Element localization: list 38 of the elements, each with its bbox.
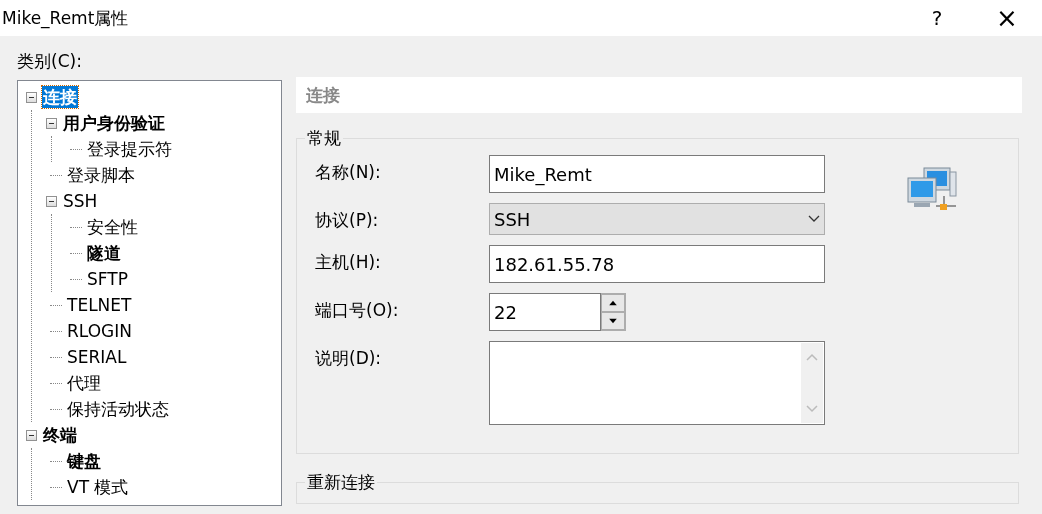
tree-item[interactable]: 用户身份验证 bbox=[62, 112, 166, 134]
collapse-icon[interactable] bbox=[46, 117, 57, 129]
field-label: 协议(P): bbox=[315, 209, 380, 232]
tree-item[interactable]: SSH bbox=[62, 190, 99, 212]
panel-header: 连接 bbox=[296, 77, 1022, 113]
chevron-down-icon bbox=[808, 215, 820, 223]
text-field[interactable]: Mike_Remt bbox=[489, 155, 825, 193]
field-label: 端口号(O): bbox=[315, 299, 400, 322]
tree-item[interactable]: 隧道 bbox=[86, 242, 122, 264]
tree-item[interactable]: 终端 bbox=[42, 424, 78, 446]
group-title: 重新连接 bbox=[305, 471, 377, 494]
tree-item[interactable]: SFTP bbox=[86, 268, 129, 290]
field-label: 说明(D): bbox=[315, 347, 383, 370]
window-title: Mike_Remt属性 bbox=[1, 6, 130, 30]
collapse-icon[interactable] bbox=[26, 429, 37, 441]
field-label: 名称(N): bbox=[315, 161, 382, 184]
tree-item[interactable]: VT 模式 bbox=[66, 476, 130, 498]
tree-item[interactable]: 连接 bbox=[42, 86, 78, 108]
tree-item[interactable]: SERIAL bbox=[66, 346, 128, 368]
help-button[interactable]: ? bbox=[902, 0, 972, 36]
tree-item[interactable]: RLOGIN bbox=[66, 320, 133, 342]
tree-item[interactable]: 登录脚本 bbox=[66, 164, 136, 186]
spin-up-icon[interactable] bbox=[601, 294, 625, 312]
close-button[interactable]: × bbox=[972, 0, 1042, 36]
port-field[interactable]: 22 bbox=[489, 293, 601, 331]
text-field[interactable]: 182.61.55.78 bbox=[489, 245, 825, 283]
field-label: 主机(H): bbox=[315, 251, 382, 274]
tree-item[interactable]: 登录提示符 bbox=[86, 138, 173, 160]
collapse-icon[interactable] bbox=[26, 91, 37, 103]
tree-item[interactable]: TELNET bbox=[66, 294, 133, 316]
tree-item[interactable]: 键盘 bbox=[66, 450, 102, 472]
protocol-dropdown[interactable]: SSH bbox=[489, 203, 825, 235]
tree-item[interactable]: 安全性 bbox=[86, 216, 139, 238]
collapse-icon[interactable] bbox=[46, 195, 57, 207]
spin-down-icon[interactable] bbox=[601, 312, 625, 330]
tree-item[interactable]: 保持活动状态 bbox=[66, 398, 170, 420]
category-label: 类别(C): bbox=[17, 50, 83, 73]
tree-item[interactable]: 代理 bbox=[66, 372, 102, 394]
